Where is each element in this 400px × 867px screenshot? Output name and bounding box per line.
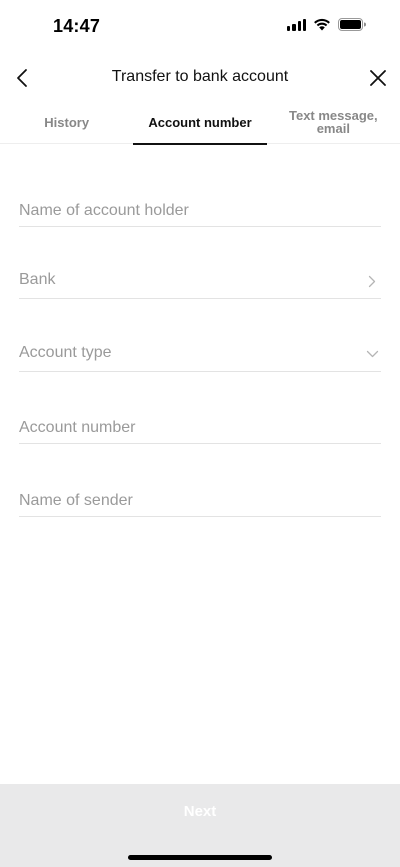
nav-bar: Transfer to bank account [0,56,400,100]
tab-account-number-label: Account number [148,114,252,130]
account-holder-input[interactable] [19,202,349,220]
close-icon [370,70,386,86]
status-time: 14:47 [53,16,101,36]
battery-icon [338,18,366,31]
account-type-label: Account type [19,344,112,361]
account-number-input[interactable] [19,419,349,437]
next-button[interactable]: Next [0,784,400,838]
tab-history-label: History [44,114,90,130]
tab-text-message-email-label: Text message, email [288,108,378,136]
bank-label: Bank [19,271,56,288]
account-holder-field [19,191,381,227]
chevron-down-icon [365,347,379,361]
status-icons [287,18,366,31]
sender-name-field [19,481,381,517]
page-title: Transfer to bank account [111,68,289,85]
close-button[interactable] [364,64,392,92]
account-type-dropdown[interactable]: Account type [19,336,381,372]
account-number-field [19,408,381,444]
tab-account-number[interactable]: Account number [133,100,267,145]
wifi-icon [314,18,330,31]
sender-name-input[interactable] [19,492,349,510]
status-bar: 14:47 [0,0,400,54]
tab-text-message-email[interactable]: Text message, email [267,100,400,144]
tab-history[interactable]: History [0,100,133,144]
cellular-signal-icon [287,18,306,31]
tab-bar: History Account number Text message, ema… [0,100,400,145]
chevron-right-icon [365,274,379,288]
bank-selector[interactable]: Bank [19,263,381,299]
bottom-action-bar: Next [0,784,400,867]
home-indicator [128,855,272,860]
